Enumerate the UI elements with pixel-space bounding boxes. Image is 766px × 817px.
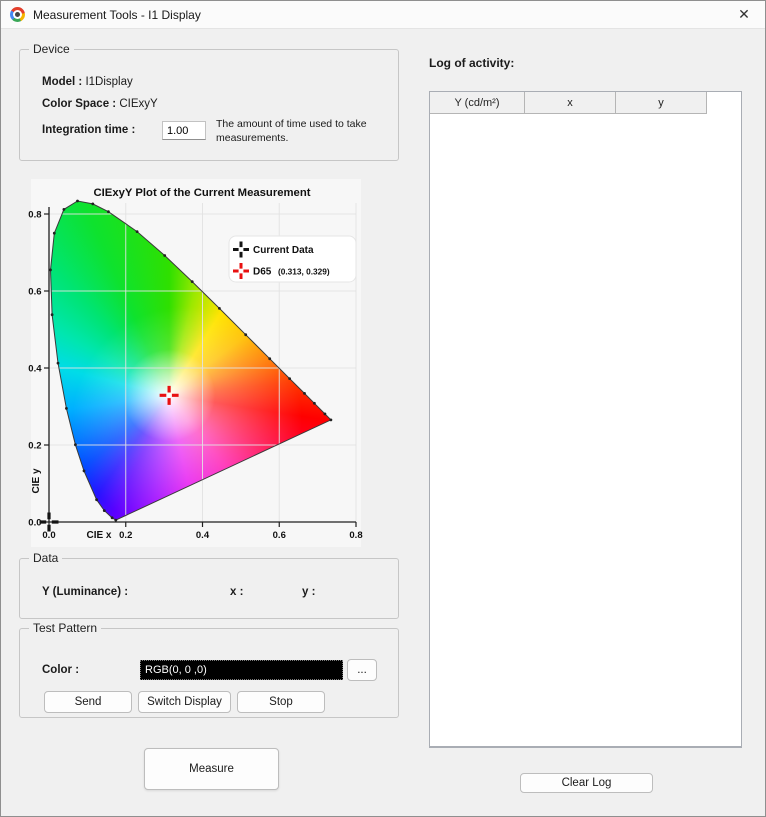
log-table-body[interactable]	[430, 114, 741, 746]
measure-button[interactable]: Measure	[144, 748, 279, 790]
title-bar[interactable]: Measurement Tools - I1 Display ✕	[1, 1, 765, 29]
y-value-label: y :	[302, 586, 315, 598]
model-row: Model : I1Display	[42, 76, 133, 88]
test-pattern-group-label: Test Pattern	[29, 621, 101, 636]
d65-marker	[160, 386, 179, 405]
cie-chart: 0.00.20.40.60.80.00.20.40.60.8CIE xCIE y…	[31, 179, 361, 547]
color-swatch[interactable]: RGB(0, 0 ,0)	[140, 660, 343, 680]
luminance-label: Y (Luminance) :	[42, 586, 128, 598]
data-group: Data Y (Luminance) : x : y :	[19, 558, 399, 619]
chart-title: CIExyY Plot of the Current Measurement	[94, 187, 311, 199]
switch-display-button[interactable]: Switch Display	[138, 691, 231, 713]
svg-text:0.8: 0.8	[28, 210, 41, 221]
chart-xlabel: CIE x	[86, 530, 111, 541]
svg-text:D65: D65	[253, 267, 272, 278]
stop-button[interactable]: Stop	[237, 691, 325, 713]
send-button[interactable]: Send	[44, 691, 132, 713]
integration-hint: The amount of time used to take measurem…	[216, 118, 412, 145]
test-pattern-group: Test Pattern Color : RGB(0, 0 ,0) ... Se…	[19, 628, 399, 718]
colorspace-value: CIExyY	[119, 98, 157, 110]
log-activity-label: Log of activity:	[429, 56, 514, 70]
log-col-x[interactable]: x	[525, 92, 616, 114]
svg-text:0.0: 0.0	[42, 530, 55, 541]
log-table[interactable]: Y (cd/m²) x y	[429, 91, 742, 748]
svg-text:(0.313, 0.329): (0.313, 0.329)	[278, 267, 330, 277]
chart-legend: Current Data D65 (0.313, 0.329)	[229, 236, 356, 282]
colorspace-label: Color Space :	[42, 98, 116, 110]
data-group-label: Data	[29, 551, 62, 566]
svg-text:0.2: 0.2	[28, 441, 41, 452]
log-col-luminance[interactable]: Y (cd/m²)	[430, 92, 525, 114]
device-group: Device Model : I1Display Color Space : C…	[19, 49, 399, 161]
model-value: I1Display	[85, 76, 132, 88]
colorspace-row: Color Space : CIExyY	[42, 98, 158, 110]
integration-row: Integration time : The amount of time us…	[42, 124, 135, 136]
svg-text:0.8: 0.8	[349, 530, 362, 541]
svg-text:0.6: 0.6	[273, 530, 286, 541]
color-label: Color :	[42, 664, 79, 676]
chart-ylabel: CIE y	[31, 468, 42, 493]
x-value-label: x :	[230, 586, 243, 598]
app-icon	[10, 7, 25, 22]
svg-text:Current Data: Current Data	[253, 245, 314, 256]
clear-log-button[interactable]: Clear Log	[520, 773, 653, 793]
color-browse-button[interactable]: ...	[347, 659, 377, 681]
app-window: Measurement Tools - I1 Display ✕ Device …	[0, 0, 766, 817]
svg-text:0.2: 0.2	[119, 530, 132, 541]
log-table-header: Y (cd/m²) x y	[430, 92, 741, 114]
window-title: Measurement Tools - I1 Display	[33, 8, 201, 22]
svg-text:0.4: 0.4	[28, 364, 42, 375]
integration-time-input[interactable]	[162, 121, 206, 140]
close-icon[interactable]: ✕	[729, 1, 759, 28]
device-group-label: Device	[29, 42, 74, 57]
log-col-y[interactable]: y	[616, 92, 707, 114]
model-label: Model :	[42, 76, 82, 88]
integration-label: Integration time :	[42, 124, 135, 136]
cie-chart-overlay: 0.00.20.40.60.80.00.20.40.60.8CIE xCIE y…	[31, 179, 361, 547]
svg-text:0.4: 0.4	[196, 530, 210, 541]
svg-text:0.6: 0.6	[28, 287, 41, 298]
